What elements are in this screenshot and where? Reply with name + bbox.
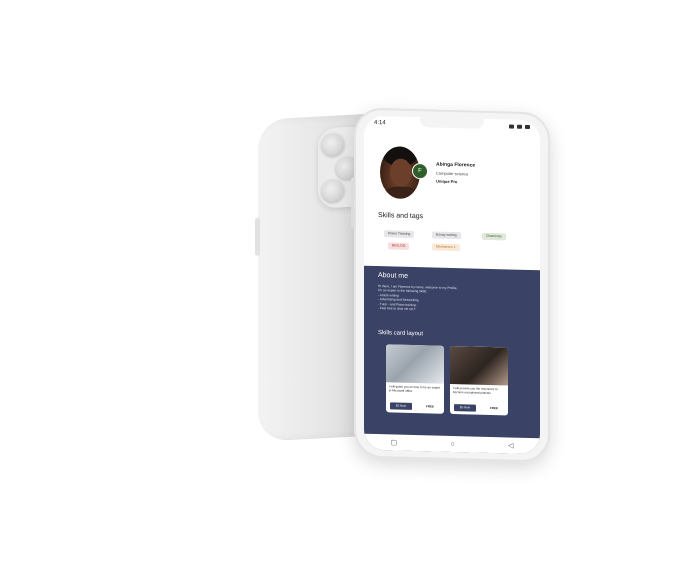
card-price-button[interactable]: $5 Now	[454, 404, 476, 412]
tag-label: Piano Training	[388, 231, 411, 236]
card-description: I will guide you on how to be an expert …	[389, 384, 441, 393]
front-phone-body: 4:14 F Abinga Florence Computer science …	[351, 107, 550, 463]
tag-chip[interactable]: Essay writing	[432, 231, 461, 240]
profile-header: F Abinga Florence Computer science Uniqu…	[374, 146, 534, 204]
volume-button	[351, 205, 355, 228]
profile-role: Computer science	[436, 170, 469, 177]
tag-label: Mechanics 1	[436, 244, 456, 250]
tag-label: Essay writing	[436, 232, 457, 238]
status-badge: F	[412, 162, 428, 180]
tag-label: Chemistry	[486, 233, 502, 239]
battery-icon	[525, 124, 530, 130]
camera-lens	[322, 133, 344, 157]
tag-chip[interactable]: BIOLOG	[388, 242, 410, 250]
android-nav-bar: ▢ ○ ◁	[364, 433, 540, 455]
side-button	[255, 217, 260, 256]
signal-icon	[517, 124, 522, 129]
tags-list: Piano Training Essay writing Chemistry B…	[384, 230, 524, 252]
card-image	[450, 345, 508, 386]
skills-card-title: Skills card layout	[378, 330, 424, 338]
wifi-icon	[509, 124, 514, 129]
skill-card[interactable]: I will guide you on how to be an expert …	[386, 344, 444, 414]
card-description: I will provide you the resources to beco…	[453, 386, 498, 395]
card-free-label: FREE	[490, 405, 499, 411]
profile-name: Abinga Florence	[436, 161, 476, 169]
about-section: About me Hi there, I am Florence by name…	[364, 265, 540, 455]
card-price-button[interactable]: $5 Now	[390, 402, 412, 410]
about-text: Hi there, I am Florence by name, welcome…	[378, 284, 518, 314]
camera-lens	[322, 179, 344, 203]
volume-button	[351, 177, 355, 200]
home-icon[interactable]: ○	[451, 440, 455, 447]
skills-title: Skills and tags	[378, 212, 424, 221]
phone-screen: 4:14 F Abinga Florence Computer science …	[364, 115, 540, 455]
profile-plan: Unique Pro	[436, 178, 458, 185]
recent-apps-icon[interactable]: ▢	[391, 438, 398, 446]
notch	[420, 117, 484, 129]
status-time: 4:14	[374, 119, 386, 127]
tag-chip[interactable]: Chemistry	[482, 232, 506, 241]
tag-label: BIOLOG	[392, 243, 406, 248]
status-icons	[509, 124, 530, 130]
card-free-label: FREE	[426, 404, 435, 409]
tag-chip[interactable]: Mechanics 1	[432, 243, 460, 252]
about-title: About me	[378, 272, 408, 280]
skill-card[interactable]: I will provide you the resources to beco…	[450, 345, 508, 416]
back-icon[interactable]: ◁	[508, 441, 513, 449]
tag-chip[interactable]: Piano Training	[384, 230, 415, 239]
card-image	[386, 344, 444, 384]
